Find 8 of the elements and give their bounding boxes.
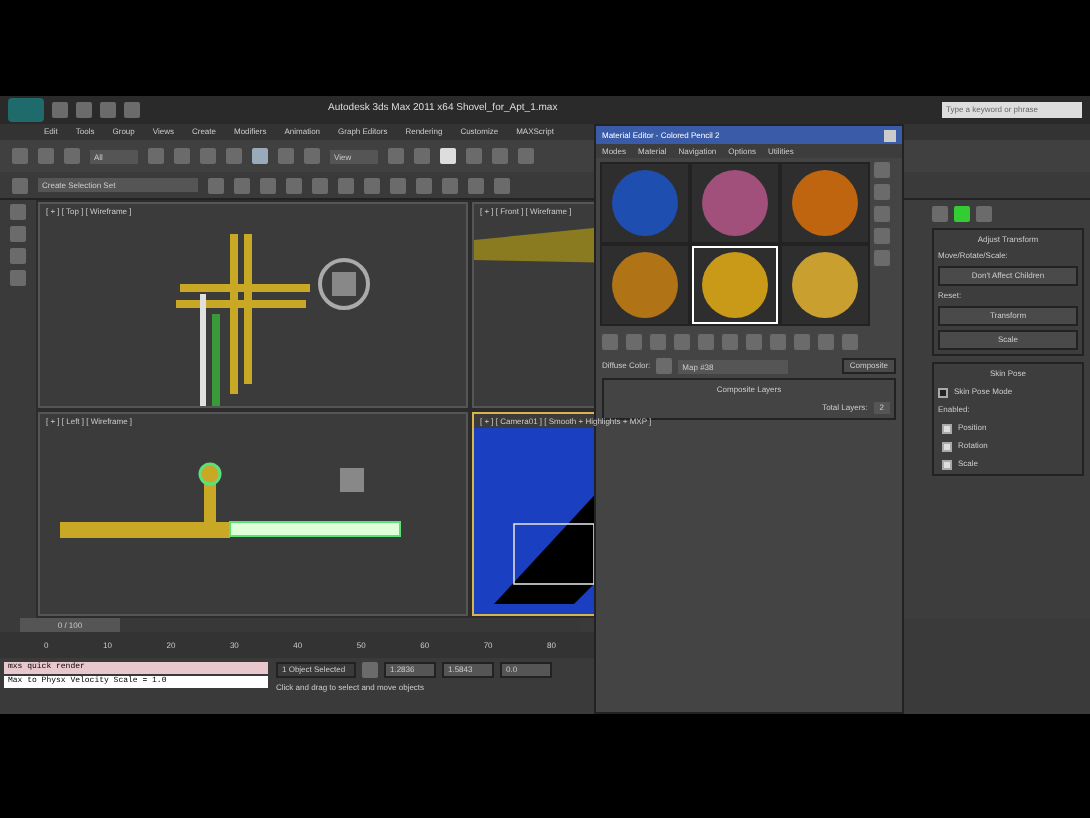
checkbox[interactable]: [942, 423, 952, 433]
checkbox[interactable]: [942, 441, 952, 451]
app-logo-icon[interactable]: [8, 98, 44, 122]
close-icon[interactable]: [884, 129, 896, 141]
checkbox[interactable]: [942, 459, 952, 469]
tool-icon[interactable]: [362, 662, 378, 678]
sample-slot[interactable]: [782, 246, 868, 324]
checkbox[interactable]: [938, 387, 948, 397]
